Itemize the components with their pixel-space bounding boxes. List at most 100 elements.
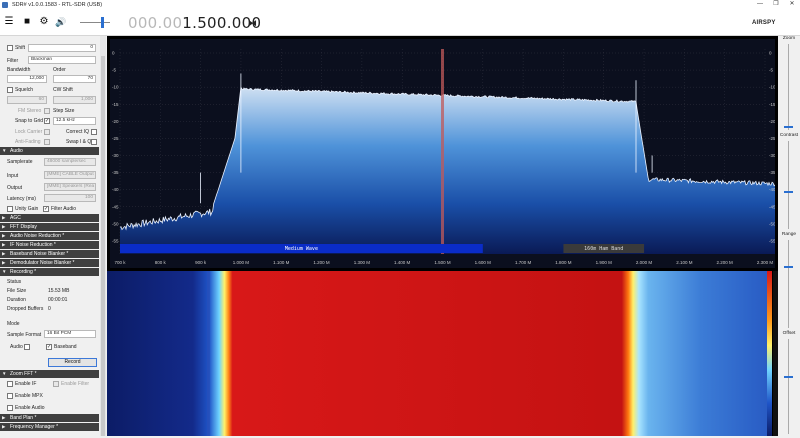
spectrum-fill [120,87,778,254]
correct-iq-checkbox[interactable] [91,129,97,135]
cw-shift-label: CW Shift [53,87,73,93]
unity-gain-checkbox[interactable] [7,206,13,212]
minimize-button[interactable]: — [752,0,768,9]
waterfall-display[interactable] [107,271,778,436]
zoom-slider[interactable] [788,44,789,130]
shift-input[interactable]: 0 [28,44,96,52]
scrollbar-thumb[interactable] [101,56,105,436]
recording-section-header[interactable]: ▼ Recording * [0,268,99,276]
frequency-leading-digits[interactable]: 000.00 [128,14,182,32]
restore-button[interactable]: ❐ [768,0,784,9]
sample-format-select[interactable]: 16 Bit PCM [44,330,96,338]
enable-audio-checkbox[interactable] [7,405,13,411]
filter-select[interactable]: Blackman [28,56,96,64]
y-tick-label: -35 [769,170,775,175]
demodulator-noise-blanker-section-title: Demodulator Noise Blanker * [10,260,75,266]
audio-record-checkbox[interactable] [24,344,30,350]
enable-filter-label: Enable Filter [61,381,90,387]
y-tick-label: 0 [112,51,115,56]
squelch-checkbox[interactable] [7,87,13,93]
baseband-noise-blanker-section-header[interactable]: ▶ Baseband Noise Blanker * [0,250,99,258]
settings-icon[interactable]: ⚙ [39,17,49,27]
audio-noise-reduction-section-header[interactable]: ▶ Audio Noise Reduction * [0,232,99,240]
offset-slider-thumb[interactable] [784,376,793,378]
enable-mpx-checkbox[interactable] [7,393,13,399]
offset-slider[interactable] [788,339,789,434]
range-slider[interactable] [788,240,789,328]
x-tick-label: 1.900 M [596,260,613,265]
band-plan-section-header[interactable]: ▶ Band Plan * [0,414,99,422]
y-tick-label: -5 [112,68,116,73]
enable-audio-label: Enable Audio [15,405,45,411]
shift-checkbox[interactable] [7,45,13,51]
y-tick-label: -30 [769,153,775,158]
range-slider-thumb[interactable] [784,266,793,268]
lock-carrier-checkbox[interactable] [44,129,50,135]
volume-slider-thumb[interactable] [101,17,104,28]
latency-input[interactable]: 100 [44,194,96,202]
stop-icon[interactable]: ■ [22,17,32,27]
fm-stereo-checkbox[interactable] [44,108,50,114]
samplerate-label: Samplerate [7,159,33,165]
input-select[interactable]: [MME] CABLE Output [44,171,96,179]
demodulator-noise-blanker-section-header[interactable]: ▶ Demodulator Noise Blanker * [0,259,99,267]
audio-section-header[interactable]: ▼ Audio [0,147,99,155]
enable-if-label: Enable IF [15,381,37,387]
agc-section-header[interactable]: ▶ AGC [0,214,99,222]
samplerate-select[interactable]: 48000 sample/sec [44,158,96,166]
baseband-record-label: Baseband [54,344,77,350]
fft-display-section-header[interactable]: ▶ FFT Display [0,223,99,231]
snap-to-grid-checkbox[interactable]: ✓ [44,118,50,124]
if-noise-reduction-section-header[interactable]: ▶ IF Noise Reduction * [0,241,99,249]
squelch-input[interactable]: 60 [7,96,47,104]
window-title: SDR# v1.0.0.1583 - RTL-SDR (USB) [12,1,103,8]
enable-filter-checkbox[interactable] [53,381,59,387]
step-size-select[interactable]: 12.5 kHz [53,117,96,125]
swap-iq-label: Swap I & Q [66,139,92,145]
display-controls-panel: Zoom Contrast Range Offset [778,36,800,436]
order-input[interactable]: 70 [53,75,96,83]
bandwidth-label: Bandwidth [7,67,31,73]
close-button[interactable]: ✕ [784,0,800,9]
audio-icon[interactable]: 🔊 [55,17,66,27]
filter-audio-checkbox[interactable]: ✓ [43,206,49,212]
menu-icon[interactable]: ☰ [4,17,14,27]
zoom-label: Zoom [782,36,796,41]
frequency-manager-section-header[interactable]: ▶ Frequency Manager * [0,423,99,431]
contrast-slider-thumb[interactable] [784,191,793,193]
audio-noise-reduction-section-title: Audio Noise Reduction * [10,233,65,239]
cw-shift-input[interactable]: 1,000 [53,96,96,104]
enable-if-checkbox[interactable] [7,381,13,387]
output-select[interactable]: [MME] Speakers (Rea [44,183,96,191]
zoom-fft-section-header[interactable]: ▼ Zoom FFT * [0,370,99,378]
zoom-slider-thumb[interactable] [784,126,793,128]
squelch-label: Squelch [15,87,34,93]
anti-fading-checkbox[interactable] [44,139,50,145]
lock-carrier-label: Lock Carrier [15,129,43,135]
record-button[interactable]: Record [48,358,97,367]
baseband-record-checkbox[interactable]: ✓ [46,344,52,350]
control-panel-scrollbar[interactable] [100,36,106,436]
spectrum-analyzer[interactable]: Medium Wave 160m Ham Band 0 0 -5 -5 -10 -10 -1… [110,39,778,268]
waterfall-image [107,271,767,436]
y-tick-label: -30 [112,153,119,158]
output-label: Output [7,185,23,191]
status-label: Status [7,279,22,285]
volume-slider[interactable] [80,22,110,23]
y-tick-label: -40 [112,187,119,192]
y-tick-label: -25 [112,136,119,141]
swap-iq-checkbox[interactable] [91,139,97,145]
y-tick-label: -50 [112,221,119,226]
spectrum-plot[interactable]: Medium Wave 160m Ham Band 0 0 -5 -5 -10 -10 -1… [110,39,778,268]
zoom-fft-section-title: Zoom FFT * [10,371,37,377]
waterfall-plot[interactable] [107,271,778,436]
x-tick-label: 1.100 M [273,260,290,265]
contrast-slider[interactable] [788,141,789,229]
y-tick-label: -20 [769,119,775,124]
frequency-display[interactable]: 000.001.500.000 [128,14,261,32]
audio-section-title: Audio [10,148,23,154]
main-display: Medium Wave 160m Ham Band 0 0 -5 -5 -10 -10 -1… [107,36,778,436]
file-size-label: File Size [7,288,27,294]
bandwidth-input[interactable]: 12,000 [7,75,47,83]
swap-icon[interactable]: ⧓ [248,18,257,29]
